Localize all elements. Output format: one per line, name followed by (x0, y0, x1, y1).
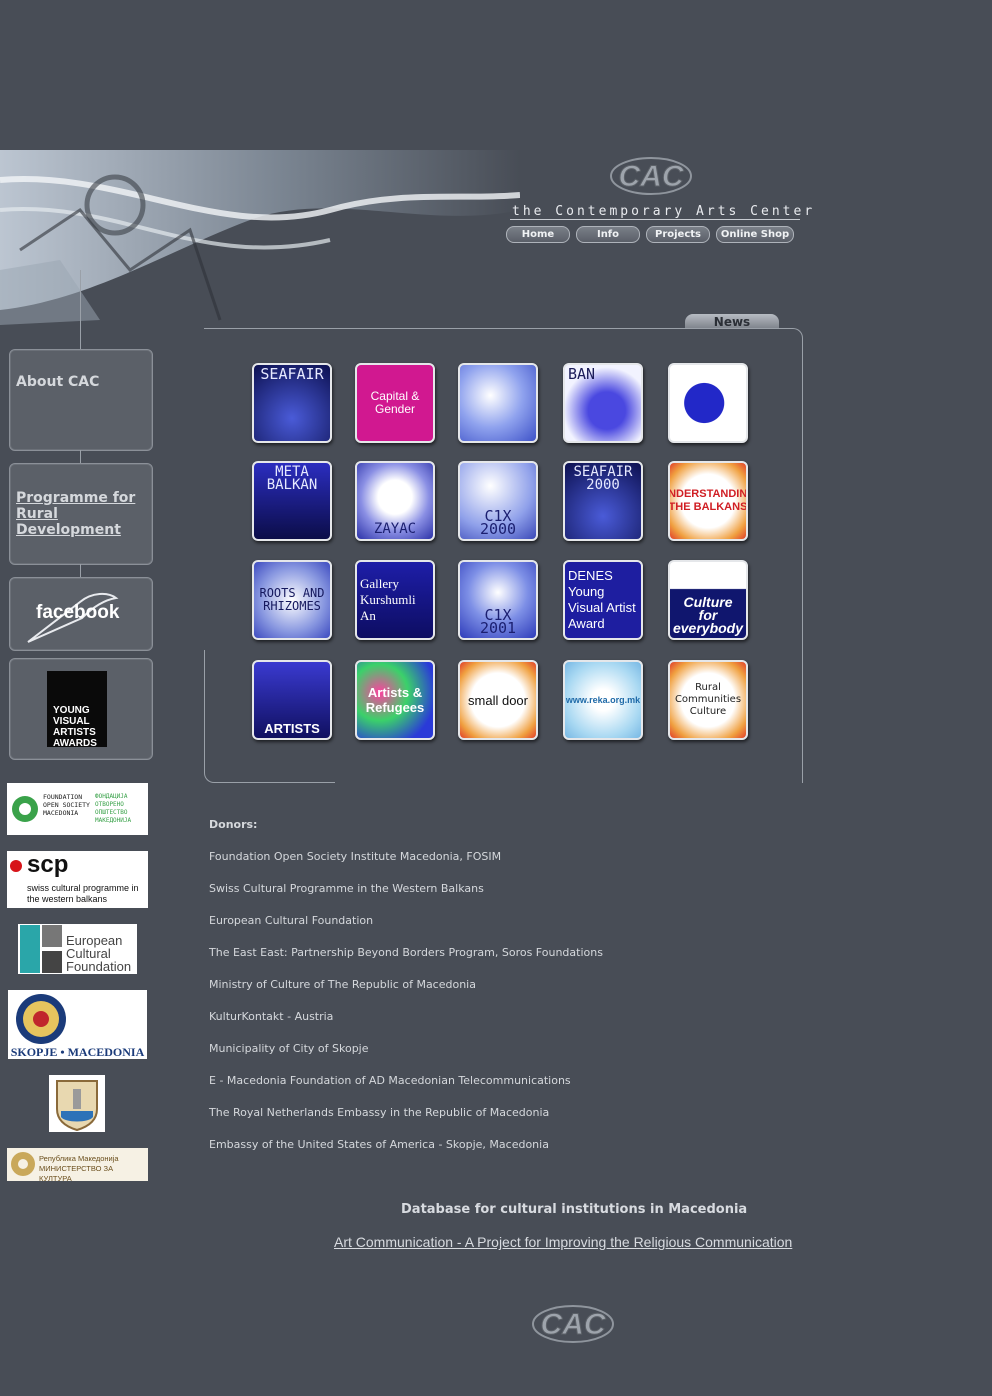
rural-programme-panel: Programme for Rural Development (9, 463, 153, 565)
skopje-coat-of-arms[interactable] (49, 1075, 105, 1132)
fosim-text-mk: ФОНДАЦИЈА ОТВОРЕНО ОПШТЕСТВО МАКЕДОНИЈА (95, 793, 132, 824)
ecf-logo[interactable]: European Cultural Foundation (18, 924, 137, 974)
svg-text:CAC: CAC (619, 160, 685, 193)
tile-label (460, 365, 536, 441)
ministry-culture-logo[interactable]: Република Македонија МИНИСТЕРСТВО ЗА КУЛ… (7, 1148, 148, 1181)
scp-subtext: swiss cultural programme in the western … (27, 883, 139, 904)
news-tile-ban[interactable]: BAN (563, 363, 643, 443)
news-tile-seafair[interactable]: SEAFAIR (252, 363, 332, 443)
news-tile-understanding-balkans[interactable]: UNDERSTANDING THE BALKANS (668, 461, 748, 541)
header-swirl-artwork (0, 150, 520, 330)
news-tile-artists-refugees[interactable]: Artists & Refugees (355, 660, 435, 740)
news-tile-e[interactable] (668, 363, 748, 443)
tile-label: Rural Communities Culture (674, 682, 742, 717)
news-tile-c1x-2000[interactable]: C1X 2000 (458, 461, 538, 541)
ministry-text: Република Македонија МИНИСТЕРСТВО ЗА КУЛ… (39, 1154, 119, 1181)
donor-item: Municipality of City of Skopje (209, 1042, 369, 1055)
scp-logo[interactable]: scp swiss cultural programme in the west… (7, 851, 148, 908)
nav-home-button[interactable]: Home (506, 226, 570, 243)
donor-item: Foundation Open Society Institute Macedo… (209, 850, 502, 863)
ecf-mark-icon (20, 925, 62, 973)
tile-label: C1X 2000 (479, 507, 517, 538)
nav-projects-button[interactable]: Projects (646, 226, 710, 243)
tile-label: SEAFAIR (260, 365, 324, 383)
svg-text:CAC: CAC (541, 1308, 607, 1341)
donor-item: KulturKontakt - Austria (209, 1010, 334, 1023)
news-tile-zayac[interactable]: ZAYAC (355, 461, 435, 541)
donor-item: Swiss Cultural Programme in the Western … (209, 882, 484, 895)
ministry-emblem-icon (11, 1152, 35, 1176)
panel-connector (80, 450, 81, 463)
site-tagline: the Contemporary Arts Center (512, 204, 816, 219)
art-communication-link[interactable]: Art Communication - A Project for Improv… (334, 1234, 792, 1250)
yvaa-panel: YOUNG VISUAL ARTISTS AWARDS (9, 658, 153, 760)
tile-label: Gallery Kurshumli An (360, 576, 416, 623)
fosim-emblem-icon (12, 796, 38, 822)
news-tile-rural-communities[interactable]: Rural Communities Culture (668, 660, 748, 740)
news-tile-reka[interactable]: www.reka.org.mk (563, 660, 643, 740)
facebook-panel[interactable]: facebook (9, 577, 153, 651)
news-tile-meta-balkan[interactable]: META BALKAN (252, 461, 332, 541)
tile-label: Culture for everybody (672, 594, 744, 636)
us-seal-icon (16, 994, 66, 1044)
donors-heading: Donors: (209, 818, 258, 831)
facebook-label[interactable]: facebook (36, 602, 119, 624)
tile-label (670, 365, 746, 441)
yvaa-label: YOUNG VISUAL ARTISTS AWARDS (53, 705, 97, 749)
news-tile-seafair-2000[interactable]: SEAFAIR 2000 (563, 461, 643, 541)
us-embassy-logo[interactable]: SKOPJE • MACEDONIA (8, 990, 147, 1059)
news-tile-denes-award[interactable]: DENES Young Visual Artist Award (563, 560, 643, 640)
donor-item: Ministry of Culture of The Republic of M… (209, 978, 476, 991)
news-tile-clock[interactable] (458, 363, 538, 443)
header-rule (510, 219, 800, 220)
tile-label: Artists & Refugees (365, 685, 425, 715)
cac-footer-logo: CAC (532, 1305, 614, 1343)
tile-label: small door (468, 692, 528, 708)
tile-label: DENES Young Visual Artist Award (568, 568, 636, 631)
scp-text: scp (27, 851, 69, 878)
tile-label: BAN (568, 365, 596, 383)
news-tile-gallery-kurshumli[interactable]: Gallery Kurshumli An (355, 560, 435, 640)
news-tile-artists[interactable]: ARTISTS (252, 660, 332, 740)
donor-item: The Royal Netherlands Embassy in the Rep… (209, 1106, 550, 1119)
tile-label: ZAYAC (373, 521, 417, 537)
tile-label: ROOTS AND RHIZOMES (259, 586, 325, 613)
tile-label: www.reka.org.mk (565, 694, 641, 705)
tile-label: UNDERSTANDING THE BALKANS (668, 488, 748, 513)
tile-label: Capital & Gender (370, 389, 420, 416)
panel-connector (80, 564, 81, 577)
fosim-text: FOUNDATION OPEN SOCIETY MACEDONIA (43, 793, 90, 817)
news-tile-culture-for-everybody[interactable]: Culture for everybody (668, 560, 748, 640)
donor-item: European Cultural Foundation (209, 914, 374, 927)
tile-label: SEAFAIR 2000 (573, 464, 633, 493)
cac-logo: CAC (610, 157, 692, 195)
news-tile-roots-rhizomes[interactable]: ROOTS AND RHIZOMES (252, 560, 332, 640)
scp-mark-icon (10, 860, 22, 872)
about-cac-label[interactable]: About CAC (16, 374, 99, 390)
rural-programme-link[interactable]: Programme for Rural Development (16, 490, 136, 538)
skopje-shield-icon (56, 1080, 98, 1132)
about-cac-panel[interactable]: About CAC (9, 349, 153, 451)
ecf-text: European Cultural Foundation (66, 933, 132, 974)
news-tab[interactable]: News (685, 314, 779, 329)
news-tile-c1x-2001[interactable]: C1X 2001 (458, 560, 538, 640)
us-embassy-text: SKOPJE • MACEDONIA (10, 1045, 145, 1059)
donor-item: E - Macedonia Foundation of AD Macedonia… (209, 1074, 571, 1087)
news-tile-small-door[interactable]: small door (458, 660, 538, 740)
donor-item: The East East: Partnership Beyond Border… (209, 946, 603, 959)
donor-item: Embassy of the United States of America … (209, 1138, 549, 1151)
yvaa-logo[interactable]: YOUNG VISUAL ARTISTS AWARDS (47, 671, 107, 749)
news-tile-capital-gender[interactable]: Capital & Gender (355, 363, 435, 443)
tile-label: C1X 2001 (479, 606, 517, 637)
database-link[interactable]: Database for cultural institutions in Ma… (401, 1202, 747, 1217)
tile-label: ARTISTS (264, 721, 320, 736)
tile-label: META BALKAN (266, 464, 318, 493)
header-connector-line (80, 270, 81, 350)
fosim-logo[interactable]: FOUNDATION OPEN SOCIETY MACEDONIA ФОНДАЦ… (7, 783, 148, 835)
nav-online-shop-button[interactable]: Online Shop (716, 226, 794, 243)
nav-info-button[interactable]: Info (576, 226, 640, 243)
